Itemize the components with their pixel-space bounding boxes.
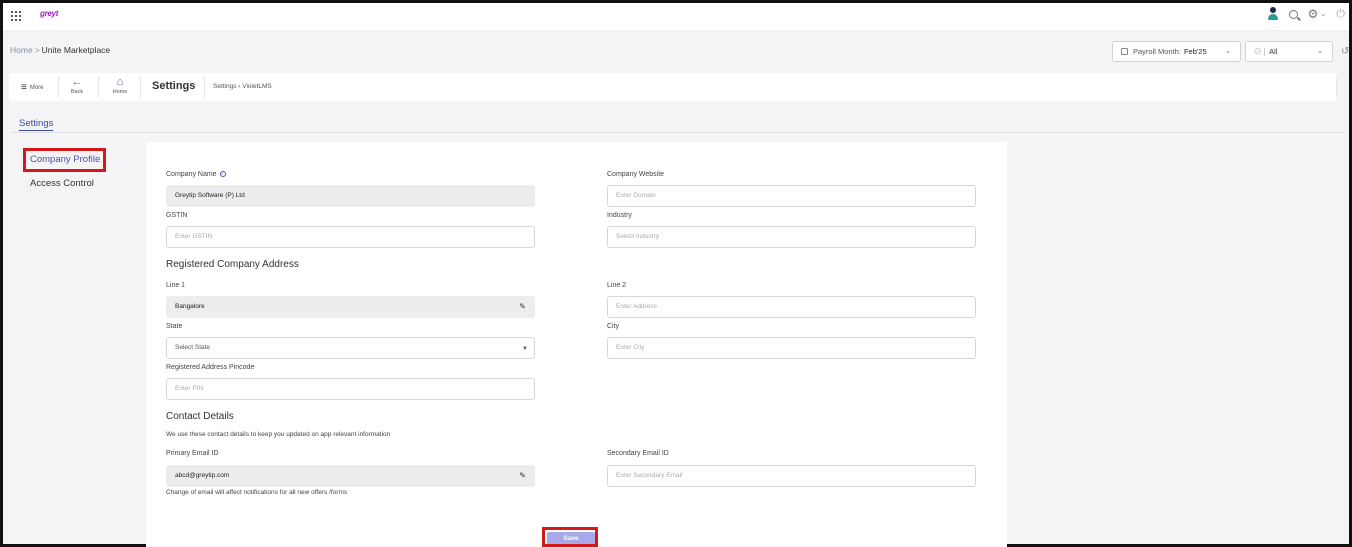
- back-label: Back: [70, 89, 84, 95]
- primary-email-field[interactable]: abcd@greytip.com ✎: [166, 465, 535, 487]
- divider: [140, 76, 141, 98]
- company-name-field[interactable]: Greytip Software (P) Ltd: [166, 185, 535, 207]
- home-icon: ⌂: [116, 76, 124, 88]
- search-icon[interactable]: [1288, 9, 1298, 19]
- home-label: Home: [112, 89, 128, 95]
- info-icon[interactable]: i: [219, 171, 226, 177]
- industry-select[interactable]: Select Industry: [607, 226, 976, 248]
- line1-label: Line 1: [166, 282, 186, 289]
- line2-input[interactable]: Enter Address: [607, 296, 976, 318]
- payroll-month-label: Payroll Month:: [1133, 47, 1181, 56]
- industry-label: Industry: [607, 212, 632, 219]
- pincode-label: Registered Address Pincode: [166, 364, 255, 371]
- chevron-down-icon: ⌄: [1317, 48, 1323, 55]
- primary-email-value: abcd@greytip.com: [175, 472, 230, 479]
- divider: [98, 76, 99, 98]
- gear-icon[interactable]: ⚙: [1308, 7, 1319, 21]
- secondary-email-label: Secondary Email ID: [607, 450, 669, 457]
- divider: [1264, 47, 1266, 56]
- chevron-down-icon: ⌄: [1225, 48, 1231, 55]
- pincode-input[interactable]: Enter PIN: [166, 378, 535, 400]
- top-bar: greyt ⚙ ⌄ ⏻: [3, 3, 1349, 31]
- more-label: More: [29, 84, 44, 91]
- email-change-note: Change of email will affect notification…: [166, 489, 348, 496]
- group-filter-value: All: [1269, 47, 1278, 56]
- line2-label: Line 2: [607, 282, 627, 289]
- hamburger-icon: ≡: [21, 82, 27, 93]
- company-website-input[interactable]: Enter Domain: [607, 185, 976, 207]
- breadcrumb-home[interactable]: Home: [10, 45, 33, 55]
- calendar-icon: [1121, 48, 1128, 55]
- users-icon: ⚇: [1254, 47, 1262, 56]
- more-menu-button[interactable]: ≡ More: [21, 82, 44, 93]
- state-label: State: [166, 323, 183, 330]
- gstin-label: GSTIN: [166, 212, 188, 219]
- state-value: Select State: [175, 344, 211, 351]
- app-logo[interactable]: greyt: [40, 9, 58, 18]
- home-button[interactable]: ⌂ Home: [111, 75, 129, 95]
- line1-field[interactable]: Bangalore ✎: [166, 296, 535, 318]
- divider: [204, 76, 205, 98]
- history-icon[interactable]: ↺: [1341, 46, 1349, 57]
- primary-email-label: Primary Email ID: [166, 450, 219, 457]
- top-icons: ⚙ ⌄ ⏻: [1267, 7, 1345, 21]
- tab-divider: [11, 132, 1346, 133]
- company-name-label: Company Name i: [166, 171, 226, 178]
- payroll-month-select[interactable]: Payroll Month: Feb'25 ⌄: [1112, 41, 1241, 62]
- avatar[interactable]: [1267, 7, 1279, 21]
- state-select[interactable]: Select State ▼: [166, 337, 535, 359]
- pencil-icon[interactable]: ✎: [519, 466, 526, 486]
- gstin-input[interactable]: Enter GSTIN: [166, 226, 535, 248]
- contact-heading: Contact Details: [166, 411, 234, 422]
- company-name-value: Greytip Software (P) Ltd: [175, 192, 245, 199]
- group-filter-select[interactable]: ⚇ All ⌄: [1245, 41, 1333, 62]
- highlight-box: [542, 527, 598, 547]
- breadcrumb-bar: Home > Unite Marketplace Payroll Month: Fe…: [3, 31, 1349, 71]
- tab-settings[interactable]: Settings: [19, 118, 54, 131]
- divider: [1336, 77, 1337, 97]
- page-title: Settings: [152, 80, 196, 92]
- power-icon[interactable]: ⏻: [1336, 8, 1345, 21]
- pencil-icon[interactable]: ✎: [519, 297, 526, 317]
- contact-note: We use these contact details to keep you…: [166, 431, 391, 438]
- company-website-label: Company Website: [607, 171, 665, 178]
- city-label: City: [607, 323, 620, 330]
- city-input[interactable]: Enter City: [607, 337, 976, 359]
- back-button[interactable]: ← Back: [70, 75, 84, 95]
- toolbar-path: Settings › VioletLMS: [213, 83, 272, 90]
- chevron-down-icon[interactable]: ⌄: [1320, 10, 1326, 18]
- arrow-left-icon: ←: [71, 76, 83, 88]
- company-name-label-text: Company Name: [166, 171, 217, 178]
- caret-down-icon: ▼: [522, 346, 528, 352]
- divider: [58, 76, 59, 98]
- breadcrumb-separator: >: [34, 45, 40, 55]
- secondary-email-input[interactable]: Enter Secondary Email: [607, 465, 976, 487]
- sidebar-item-access-control[interactable]: Access Control: [30, 178, 94, 189]
- address-heading: Registered Company Address: [166, 259, 299, 270]
- highlight-box: [23, 148, 106, 172]
- breadcrumb-current: Unite Marketplace: [41, 45, 111, 55]
- breadcrumb: Home > Unite Marketplace: [10, 45, 110, 55]
- apps-grid-icon[interactable]: [11, 11, 21, 21]
- page-toolbar: ≡ More ← Back ⌂ Home Settings Settings ›…: [9, 73, 1337, 101]
- payroll-month-value: Feb'25: [1183, 47, 1207, 56]
- line1-value: Bangalore: [175, 303, 205, 310]
